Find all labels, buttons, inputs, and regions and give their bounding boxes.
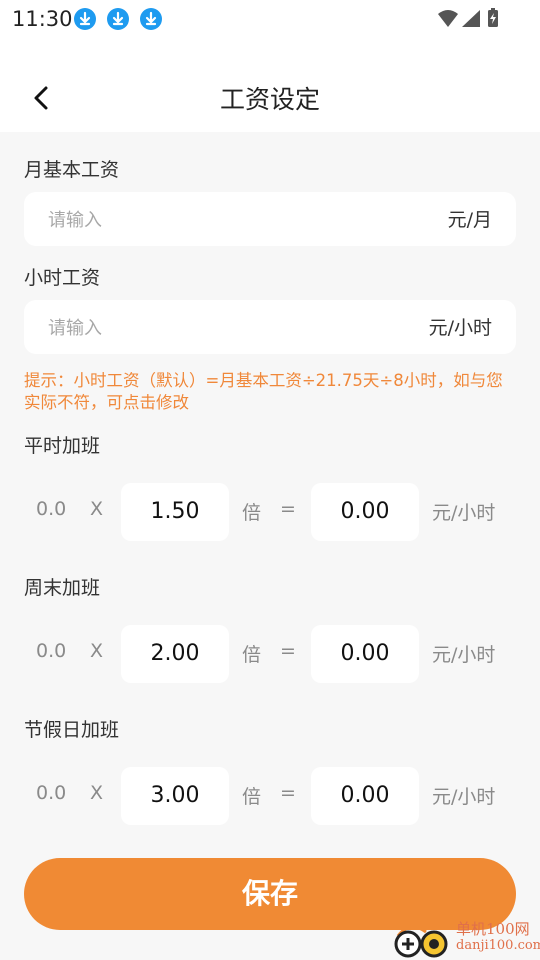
result-unit: 元/小时 bbox=[432, 644, 496, 666]
times-unit: 倍 bbox=[242, 644, 262, 666]
wifi-icon bbox=[438, 10, 458, 27]
download-icon bbox=[74, 8, 96, 30]
hourly-wage-placeholder: 请输入 bbox=[48, 318, 102, 339]
page-title: 工资设定 bbox=[219, 85, 320, 114]
multiply-sign: X bbox=[90, 498, 104, 520]
multiplier-input-weekend[interactable]: 2.00 bbox=[121, 625, 229, 683]
multiply-sign: X bbox=[90, 640, 104, 662]
download-icon bbox=[107, 8, 129, 30]
result-value-weekend: 0.00 bbox=[311, 625, 419, 683]
overtime-label-weekend: 周末加班 bbox=[24, 577, 101, 599]
multiplier-input-holiday[interactable]: 3.00 bbox=[121, 767, 229, 825]
equals-sign: = bbox=[280, 782, 296, 804]
multiply-sign: X bbox=[90, 782, 104, 804]
app-header: 工资设定 bbox=[0, 40, 540, 132]
watermark-name: 单机100网 bbox=[456, 920, 530, 938]
hint-text: 提示：小时工资（默认）=月基本工资÷21.75天÷8小时，如与您实际不符，可点击… bbox=[24, 371, 503, 412]
result-value-holiday: 0.00 bbox=[311, 767, 419, 825]
hourly-wage-unit: 元/小时 bbox=[428, 317, 492, 339]
equals-sign: = bbox=[280, 640, 296, 662]
system-status-icons bbox=[438, 8, 498, 27]
monthly-salary-placeholder: 请输入 bbox=[48, 210, 102, 231]
overtime-base-weekend: 0.0 bbox=[36, 640, 67, 662]
times-unit: 倍 bbox=[242, 786, 262, 808]
watermark: 单机100网 danji100.com bbox=[392, 918, 540, 960]
monthly-salary-unit: 元/月 bbox=[447, 209, 492, 231]
result-unit: 元/小时 bbox=[432, 502, 496, 524]
signal-icon bbox=[462, 10, 480, 27]
equals-sign: = bbox=[280, 498, 296, 520]
overtime-label-holiday: 节假日加班 bbox=[24, 719, 120, 741]
times-unit: 倍 bbox=[242, 502, 262, 524]
status-bar: 11:30 bbox=[0, 0, 540, 40]
watermark-logo-icon bbox=[394, 925, 448, 958]
monthly-salary-input[interactable]: 请输入 元/月 bbox=[24, 192, 516, 246]
hourly-wage-label: 小时工资 bbox=[24, 267, 101, 289]
download-icon bbox=[140, 8, 162, 30]
hourly-wage-input[interactable]: 请输入 元/小时 bbox=[24, 300, 516, 354]
overtime-base-weekday: 0.0 bbox=[36, 498, 67, 520]
multiplier-input-weekday[interactable]: 1.50 bbox=[121, 483, 229, 541]
overtime-label-weekday: 平时加班 bbox=[24, 435, 101, 457]
overtime-base-holiday: 0.0 bbox=[36, 782, 67, 804]
result-value-weekday: 0.00 bbox=[311, 483, 419, 541]
battery-charging-icon bbox=[488, 8, 498, 27]
status-time: 11:30 bbox=[12, 7, 73, 31]
watermark-url: danji100.com bbox=[456, 938, 540, 953]
monthly-salary-label: 月基本工资 bbox=[24, 159, 120, 181]
result-unit: 元/小时 bbox=[432, 786, 496, 808]
